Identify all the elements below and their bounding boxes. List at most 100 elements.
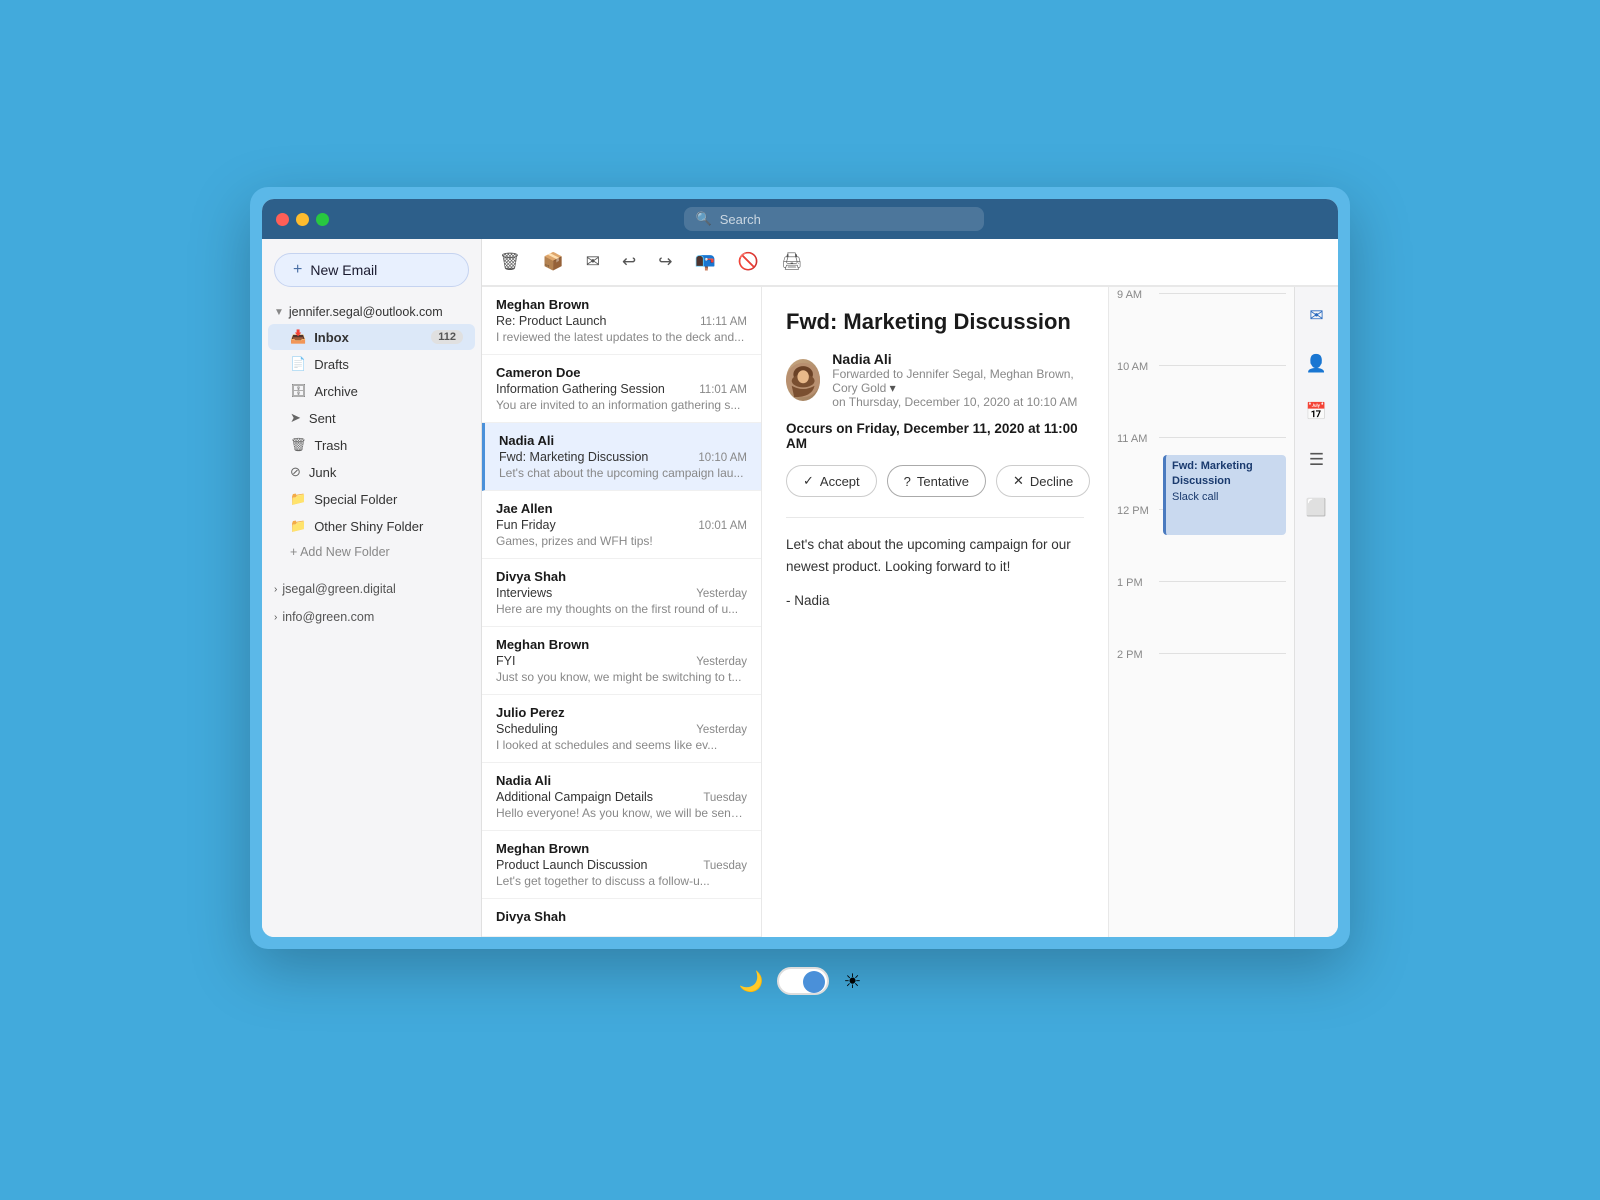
chevron-right-icon: › [274,584,277,595]
sidebar-item-drafts[interactable]: 📄 Drafts [268,351,475,377]
expand-recipients-button[interactable]: ▾ [890,381,896,395]
email-time: 10:10 AM [698,452,747,464]
email-time: Yesterday [696,588,747,600]
chevron-down-icon: ▼ [274,307,284,318]
event-subtitle: Slack call [1172,491,1218,503]
email-list-item[interactable]: Julio Perez Scheduling Yesterday I looke… [482,695,761,763]
print-button[interactable]: 🖨 [778,249,806,275]
move-button[interactable]: 📭 [692,249,719,275]
email-list-item[interactable]: Nadia Ali Additional Campaign Details Tu… [482,763,761,831]
email-preview: You are invited to an information gather… [496,398,747,412]
sender-info: Nadia Ali Forwarded to Jennifer Segal, M… [832,351,1084,409]
email-list-item[interactable]: Meghan Brown Product Launch Discussion T… [482,831,761,899]
email-subject: Scheduling [496,722,558,736]
folder-label-inbox: Inbox [314,330,349,345]
toggle-knob [803,971,825,993]
minimize-button[interactable] [296,213,309,226]
email-header-row: Fun Friday 10:01 AM [496,518,747,532]
collapsed-account-info-green[interactable]: › info@green.com [262,605,481,629]
tentative-button[interactable]: ? Tentative [887,465,986,497]
email-preview: Hello everyone! As you know, we will be … [496,806,747,820]
email-list-item[interactable]: Divya Shah [482,899,761,937]
time-slot: 10 AM [1109,359,1294,431]
search-input[interactable] [720,212,972,227]
close-button[interactable] [276,213,289,226]
account-email-outlook: jennifer.segal@outlook.com [289,305,443,319]
search-bar[interactable]: 🔍 [684,207,984,231]
rsvp-buttons: ✓ Accept ? Tentative ✕ Decline [786,465,1084,497]
delete-button[interactable]: 🗑 [496,249,524,275]
time-line [1159,293,1286,294]
time-line [1159,581,1286,582]
email-preview: Just so you know, we might be switching … [496,670,747,684]
email-preview: I reviewed the latest updates to the dec… [496,330,747,344]
email-header-row: Information Gathering Session 11:01 AM [496,382,747,396]
sidebar-item-archive[interactable]: 🗄 Archive [268,378,475,404]
email-subject: Fwd: Marketing Discussion [499,450,648,464]
app-window: 🔍 + New Email ▼ jennifer.segal@outlook.c… [262,199,1338,937]
account-header-outlook[interactable]: ▼ jennifer.segal@outlook.com [262,301,481,323]
folder-label-special: Special Folder [314,492,397,507]
email-subject: Additional Campaign Details [496,790,653,804]
to-line: Forwarded to Jennifer Segal, Meghan Brow… [832,367,1084,395]
accept-button[interactable]: ✓ Accept [786,465,877,497]
theme-toggle[interactable] [777,967,829,995]
maximize-button[interactable] [316,213,329,226]
time-slot: 2 PM [1109,647,1294,719]
reading-pane: Fwd: Marketing Discussion [762,287,1109,937]
block-button[interactable]: 🚫 [735,249,762,275]
time-label: 10 AM [1117,359,1159,373]
email-signature: - Nadia [786,593,1084,608]
sidebar-item-other-shiny-folder[interactable]: 📁 Other Shiny Folder [268,513,475,539]
time-line [1159,365,1286,366]
rail-mail-icon[interactable]: ✉ [1304,301,1328,331]
drafts-icon: 📄 [290,356,306,372]
email-preview: Let's chat about the upcoming campaign l… [499,466,747,480]
decline-button[interactable]: ✕ Decline [996,465,1090,497]
email-sender: Meghan Brown [496,637,747,652]
folder-icon-special: 📁 [290,491,306,507]
add-folder-label: + Add New Folder [290,545,390,559]
sidebar-item-special-folder[interactable]: 📁 Special Folder [268,486,475,512]
mark-read-button[interactable]: ✉ [583,249,603,275]
folder-list: 📥 Inbox 112 📄 Drafts 🗄 Archive [262,324,481,539]
email-list-item[interactable]: Nadia Ali Fwd: Marketing Discussion 10:1… [482,423,761,491]
email-sender: Cameron Doe [496,365,747,380]
sent-icon: ➤ [290,410,301,426]
email-list-item[interactable]: Jae Allen Fun Friday 10:01 AM Games, pri… [482,491,761,559]
main-area: + New Email ▼ jennifer.segal@outlook.com… [262,239,1338,937]
calendar-pane: 9 AM 10 AM 11 AM 12 PM 1 PM 2 PM Fwd: Ma… [1109,287,1294,937]
add-folder-button[interactable]: + Add New Folder [268,540,475,564]
time-label: 2 PM [1117,647,1159,661]
email-subject: FYI [496,654,515,668]
moon-icon: 🌙 [739,969,764,994]
forward-button[interactable]: ↪ [655,249,675,275]
sender-name: Nadia Ali [832,351,1084,367]
archive-button[interactable]: 📦 [540,249,567,275]
rail-contacts-icon[interactable]: 👤 [1301,349,1332,379]
sidebar-item-sent[interactable]: ➤ Sent [268,405,475,431]
x-icon: ✕ [1013,473,1024,489]
rail-tasks-icon[interactable]: ☰ [1304,445,1329,475]
sidebar-item-junk[interactable]: ⊘ Junk [268,459,475,485]
email-list-item[interactable]: Meghan Brown FYI Yesterday Just so you k… [482,627,761,695]
sidebar-item-trash[interactable]: 🗑 Trash [268,432,475,458]
sender-row: Nadia Ali Forwarded to Jennifer Segal, M… [786,351,1084,409]
calendar-event[interactable]: Fwd: Marketing DiscussionSlack call [1163,455,1286,535]
reply-button[interactable]: ↩ [619,249,639,275]
email-list-item[interactable]: Meghan Brown Re: Product Launch 11:11 AM… [482,287,761,355]
rail-notes-icon[interactable]: ⬜ [1301,493,1332,523]
rail-calendar-icon[interactable]: 📅 [1301,397,1332,427]
new-email-button[interactable]: + New Email [274,253,469,287]
decline-label: Decline [1030,474,1073,489]
collapsed-account-green-digital[interactable]: › jsegal@green.digital [262,577,481,601]
email-list-item[interactable]: Divya Shah Interviews Yesterday Here are… [482,559,761,627]
chevron-right-icon-2: › [274,612,277,623]
email-subject: Product Launch Discussion [496,858,647,872]
folder-label-junk: Junk [309,465,336,480]
email-list-item[interactable]: Cameron Doe Information Gathering Sessio… [482,355,761,423]
sidebar-item-inbox[interactable]: 📥 Inbox 112 [268,324,475,350]
folder-label-archive: Archive [315,384,358,399]
email-subject: Interviews [496,586,552,600]
time-label: 1 PM [1117,575,1159,589]
